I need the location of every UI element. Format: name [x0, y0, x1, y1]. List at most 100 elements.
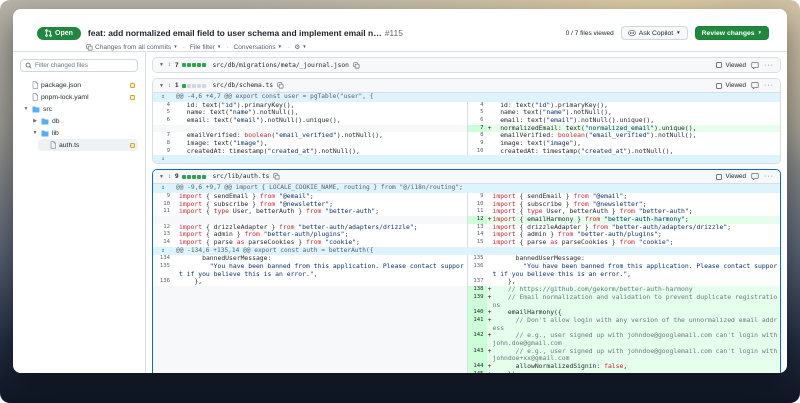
- kebab-menu-icon[interactable]: ···: [764, 82, 774, 89]
- old-line-number[interactable]: [153, 371, 173, 373]
- ask-copilot-button[interactable]: Ask Copilot ▼: [621, 26, 688, 40]
- old-line-number[interactable]: [153, 294, 173, 309]
- old-line-number[interactable]: [153, 363, 173, 371]
- copy-path-icon[interactable]: [277, 82, 284, 89]
- old-line-number[interactable]: 136: [153, 278, 173, 286]
- new-line-number[interactable]: 144: [467, 363, 487, 371]
- new-code-cell[interactable]: + // e.g., user signed up with johndoe@g…: [487, 348, 781, 363]
- old-code-cell[interactable]: email: text("email").notNull().unique(),: [173, 117, 467, 125]
- review-changes-button[interactable]: Review changes ▼: [695, 26, 769, 40]
- file-header[interactable]: ▼ ↕ 1 src/db/schema.ts Viewed ···: [153, 79, 780, 93]
- new-line-number[interactable]: 4: [467, 102, 487, 110]
- new-line-number[interactable]: 9: [467, 140, 487, 148]
- old-line-number[interactable]: 6: [153, 117, 173, 125]
- new-code-cell[interactable]: "You have been banned from this applicat…: [487, 263, 781, 278]
- old-line-number[interactable]: 5: [153, 109, 173, 117]
- old-code-cell[interactable]: [173, 317, 467, 332]
- expand-bottom-row[interactable]: ↓: [153, 155, 780, 163]
- old-code-cell[interactable]: [173, 309, 467, 317]
- tree-item-pnpm-lock[interactable]: pnpm-lock.yaml: [20, 91, 138, 103]
- expand-hunk-icon[interactable]: ↕: [153, 184, 173, 193]
- diff-settings-menu[interactable]: ⚙▼: [294, 43, 306, 51]
- old-line-number[interactable]: 4: [153, 102, 173, 110]
- viewed-checkbox[interactable]: Viewed: [716, 62, 746, 69]
- comment-icon[interactable]: [751, 82, 759, 89]
- old-code-cell[interactable]: [173, 286, 467, 294]
- old-line-number[interactable]: 14: [153, 239, 173, 247]
- old-code-cell[interactable]: [173, 363, 467, 371]
- expand-hunk-icon[interactable]: ↕: [153, 247, 173, 256]
- old-line-number[interactable]: 8: [153, 140, 173, 148]
- new-line-number[interactable]: 142: [467, 332, 487, 347]
- new-line-number[interactable]: 5: [467, 109, 487, 117]
- old-line-number[interactable]: [153, 216, 173, 224]
- viewed-checkbox[interactable]: Viewed: [716, 82, 746, 89]
- new-line-number[interactable]: 141: [467, 317, 487, 332]
- new-line-number[interactable]: 136: [467, 263, 487, 278]
- old-code-cell[interactable]: [173, 371, 467, 373]
- viewed-checkbox[interactable]: Viewed: [716, 173, 746, 180]
- new-line-number[interactable]: 139: [467, 294, 487, 309]
- expand-hunk-icon[interactable]: ↕: [153, 93, 173, 102]
- new-line-number[interactable]: 145: [467, 371, 487, 373]
- new-line-number[interactable]: 6: [467, 117, 487, 125]
- new-line-number[interactable]: 9: [467, 193, 487, 201]
- old-code-cell[interactable]: "You have been banned from this applicat…: [173, 263, 467, 278]
- new-line-number[interactable]: 13: [467, 224, 487, 232]
- new-line-number[interactable]: 10: [467, 201, 487, 209]
- file-header[interactable]: ▼ ↕ 7 src/db/migrations/meta/_journal.js…: [153, 58, 780, 72]
- commits-menu[interactable]: Changes from all commits▼: [86, 44, 178, 51]
- comment-icon[interactable]: [751, 173, 759, 180]
- old-line-number[interactable]: 10: [153, 201, 173, 209]
- file-header[interactable]: ▼ ↕ 9 src/lib/auth.ts Viewed ···: [153, 170, 780, 184]
- chevron-down-icon[interactable]: ▼: [159, 174, 164, 180]
- conversations-menu[interactable]: Conversations▼: [233, 44, 282, 51]
- new-code-cell[interactable]: + }),: [487, 371, 781, 373]
- tree-folder-src[interactable]: ▼ src: [20, 103, 138, 115]
- copy-path-icon[interactable]: [353, 62, 360, 69]
- files-viewed-counter[interactable]: 0 / 7 files viewed: [566, 30, 614, 37]
- new-line-number[interactable]: 8: [467, 132, 487, 140]
- tree-folder-lib[interactable]: ▼ lib: [29, 127, 138, 139]
- new-line-number[interactable]: 7: [467, 125, 487, 133]
- old-code-cell[interactable]: import { parse as parseCookies } from "c…: [173, 239, 467, 247]
- kebab-menu-icon[interactable]: ···: [764, 62, 774, 69]
- new-code-cell[interactable]: createdAt: timestamp("created_at").notNu…: [487, 148, 781, 156]
- tree-item-package-json[interactable]: package.json: [20, 79, 138, 91]
- old-line-number[interactable]: 12: [153, 224, 173, 232]
- new-line-number[interactable]: 140: [467, 309, 487, 317]
- new-code-cell[interactable]: import { parse as parseCookies } from "c…: [487, 239, 781, 247]
- file-filter-box[interactable]: [20, 59, 138, 72]
- old-line-number[interactable]: 13: [153, 231, 173, 239]
- comment-icon[interactable]: [751, 62, 759, 69]
- new-line-number[interactable]: 14: [467, 231, 487, 239]
- new-line-number[interactable]: 135: [467, 255, 487, 263]
- new-line-number[interactable]: 143: [467, 348, 487, 363]
- old-line-number[interactable]: [153, 309, 173, 317]
- old-code-cell[interactable]: [173, 348, 467, 363]
- old-line-number[interactable]: [153, 348, 173, 363]
- old-line-number[interactable]: 134: [153, 255, 173, 263]
- new-line-number[interactable]: 12: [467, 216, 487, 224]
- file-filter-menu[interactable]: File filter▼: [190, 44, 221, 51]
- filter-changed-files-input[interactable]: [35, 62, 133, 69]
- new-code-cell[interactable]: + // e.g., user signed up with johndoe@g…: [487, 332, 781, 347]
- old-line-number[interactable]: 7: [153, 132, 173, 140]
- chevron-down-icon[interactable]: ▼: [159, 83, 164, 89]
- tree-item-auth-ts[interactable]: auth.ts: [38, 139, 138, 151]
- new-line-number[interactable]: 11: [467, 208, 487, 216]
- old-line-number[interactable]: 9: [153, 148, 173, 156]
- new-line-number[interactable]: 138: [467, 286, 487, 294]
- new-code-cell[interactable]: + // Don't allow login with any version …: [487, 317, 781, 332]
- copy-path-icon[interactable]: [273, 173, 280, 180]
- old-code-cell[interactable]: },: [173, 278, 467, 286]
- old-code-cell[interactable]: [173, 294, 467, 309]
- new-line-number[interactable]: 137: [467, 278, 487, 286]
- old-code-cell[interactable]: createdAt: timestamp("created_at").notNu…: [173, 148, 467, 156]
- old-line-number[interactable]: [153, 317, 173, 332]
- new-line-number[interactable]: 15: [467, 239, 487, 247]
- old-line-number[interactable]: [153, 125, 173, 133]
- new-code-cell[interactable]: + // Email normalization and validation …: [487, 294, 781, 309]
- old-line-number[interactable]: 9: [153, 193, 173, 201]
- old-line-number[interactable]: [153, 332, 173, 347]
